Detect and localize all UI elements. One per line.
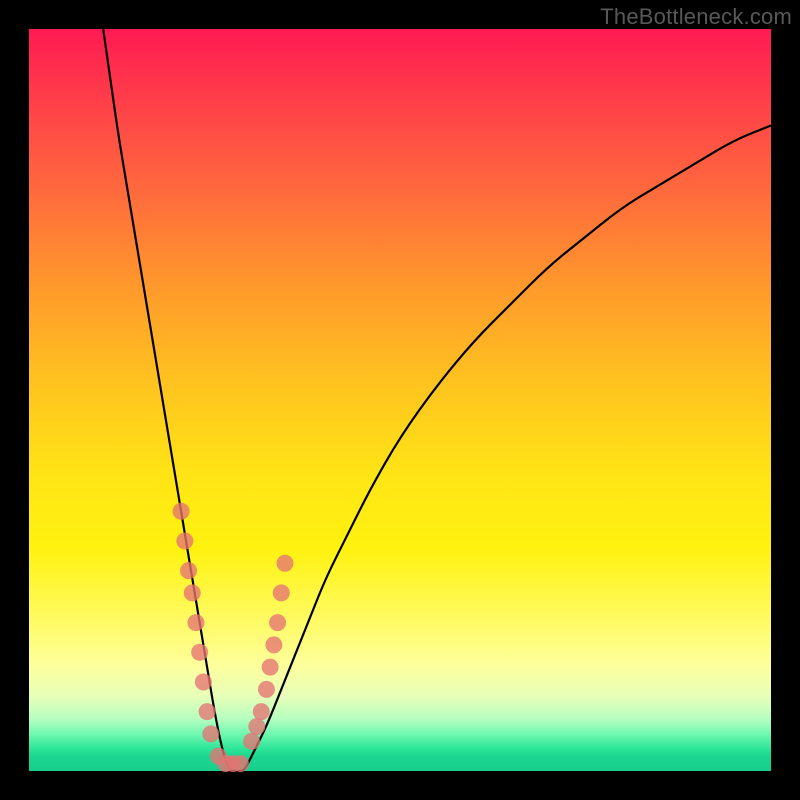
marker-point — [269, 614, 286, 631]
marker-point — [243, 733, 260, 750]
marker-point — [258, 681, 275, 698]
marker-point — [195, 673, 212, 690]
bottleneck-chart — [29, 29, 771, 771]
marker-point — [191, 644, 208, 661]
marker-point — [180, 562, 197, 579]
marker-point — [184, 584, 201, 601]
marker-point — [276, 555, 293, 572]
marker-point — [273, 584, 290, 601]
marker-point — [248, 718, 265, 735]
highlighted-points — [173, 503, 294, 772]
marker-point — [176, 532, 193, 549]
marker-point — [187, 614, 204, 631]
marker-point — [265, 636, 282, 653]
marker-point — [262, 659, 279, 676]
marker-point — [199, 703, 216, 720]
marker-point — [173, 503, 190, 520]
marker-point — [202, 725, 219, 742]
watermark-text: TheBottleneck.com — [600, 4, 792, 30]
marker-point — [232, 755, 249, 772]
marker-point — [253, 703, 270, 720]
